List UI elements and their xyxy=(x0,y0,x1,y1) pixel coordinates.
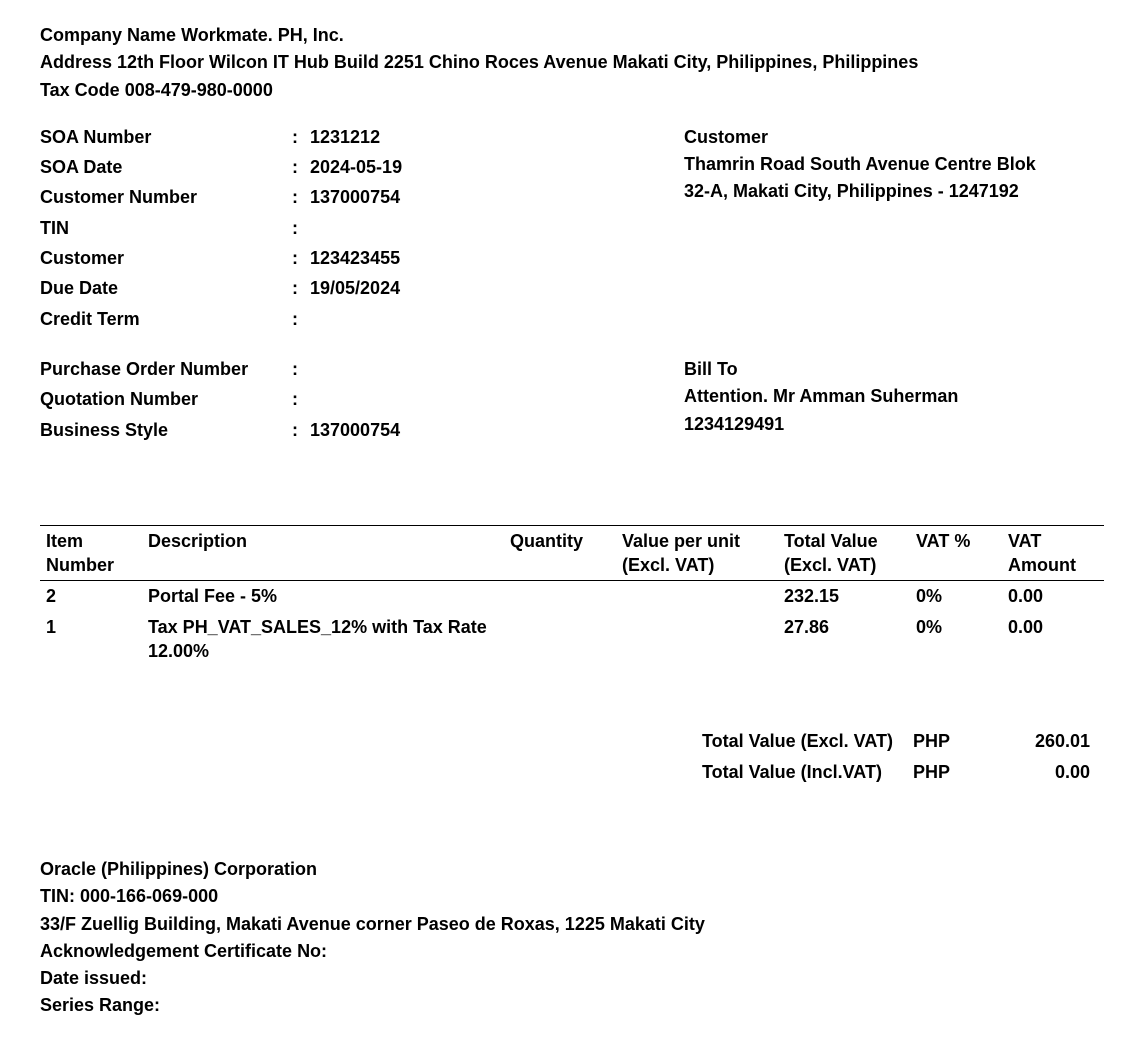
customer-value: 123423455 xyxy=(310,243,402,273)
customer-label: Customer xyxy=(40,243,280,273)
total-excl-label: Total Value (Excl. VAT) xyxy=(696,726,907,756)
footer-address: 33/F Zuellig Building, Makati Avenue cor… xyxy=(40,912,1104,936)
footer-block: Oracle (Philippines) Corporation TIN: 00… xyxy=(40,857,1104,1018)
soa-date-value: 2024-05-19 xyxy=(310,152,402,182)
footer-ack: Acknowledgement Certificate No: xyxy=(40,939,1104,963)
due-date-value: 19/05/2024 xyxy=(310,273,402,303)
po-value xyxy=(310,354,400,384)
col-quantity: Quantity xyxy=(504,526,616,581)
customer-number-value: 137000754 xyxy=(310,182,402,212)
soa-details-table: SOA Number:1231212 SOA Date:2024-05-19 C… xyxy=(40,122,402,334)
line-items-table: Item Number Description Quantity Value p… xyxy=(40,526,1104,666)
bill-to-attention: Attention. Mr Amman Suherman xyxy=(684,384,1104,408)
bs-label: Business Style xyxy=(40,415,280,445)
bs-value: 137000754 xyxy=(310,415,400,445)
total-incl-label: Total Value (Incl.VAT) xyxy=(696,757,907,787)
col-description: Description xyxy=(142,526,504,581)
company-name: Company Name Workmate. PH, Inc. xyxy=(40,23,1104,47)
col-vat-pct: VAT % xyxy=(910,526,1002,581)
col-item-number: Item Number xyxy=(40,526,142,581)
po-label: Purchase Order Number xyxy=(40,354,280,384)
total-incl-currency: PHP xyxy=(907,757,964,787)
credit-term-value xyxy=(310,304,402,334)
total-excl-currency: PHP xyxy=(907,726,964,756)
col-unit-value: Value per unit (Excl. VAT) xyxy=(616,526,778,581)
customer-title: Customer xyxy=(684,125,1104,149)
soa-date-label: SOA Date xyxy=(40,152,280,182)
footer-tin: TIN: 000-166-069-000 xyxy=(40,884,1104,908)
company-address: Address 12th Floor Wilcon IT Hub Build 2… xyxy=(40,50,1104,74)
total-excl-value: 260.01 xyxy=(964,726,1104,756)
order-details-table: Purchase Order Number: Quotation Number:… xyxy=(40,354,400,445)
company-taxcode: Tax Code 008-479-980-0000 xyxy=(40,78,1104,102)
footer-series-range: Series Range: xyxy=(40,993,1104,1017)
qn-value xyxy=(310,384,400,414)
soa-number-value: 1231212 xyxy=(310,122,402,152)
credit-term-label: Credit Term xyxy=(40,304,280,334)
bill-to-title: Bill To xyxy=(684,357,1104,381)
bill-to-number: 1234129491 xyxy=(684,412,1104,436)
bill-to-block: Bill To Attention. Mr Amman Suherman 123… xyxy=(684,354,1104,445)
table-row: 1 Tax PH_VAT_SALES_12% with Tax Rate 12.… xyxy=(40,612,1104,667)
tin-value xyxy=(310,213,402,243)
totals-block: Total Value (Excl. VAT) PHP 260.01 Total… xyxy=(40,726,1104,787)
total-incl-value: 0.00 xyxy=(964,757,1104,787)
col-total-value: Total Value (Excl. VAT) xyxy=(778,526,910,581)
table-row: 2 Portal Fee - 5% 232.15 0% 0.00 xyxy=(40,581,1104,612)
customer-block: Customer Thamrin Road South Avenue Centr… xyxy=(684,122,1104,334)
footer-date-issued: Date issued: xyxy=(40,966,1104,990)
qn-label: Quotation Number xyxy=(40,384,280,414)
col-vat-amount: VAT Amount xyxy=(1002,526,1104,581)
footer-company: Oracle (Philippines) Corporation xyxy=(40,857,1104,881)
customer-address-line1: Thamrin Road South Avenue Centre Blok xyxy=(684,152,1104,176)
customer-number-label: Customer Number xyxy=(40,182,280,212)
customer-address-line2: 32-A, Makati City, Philippines - 1247192 xyxy=(684,179,1104,203)
due-date-label: Due Date xyxy=(40,273,280,303)
soa-number-label: SOA Number xyxy=(40,122,280,152)
tin-label: TIN xyxy=(40,213,280,243)
